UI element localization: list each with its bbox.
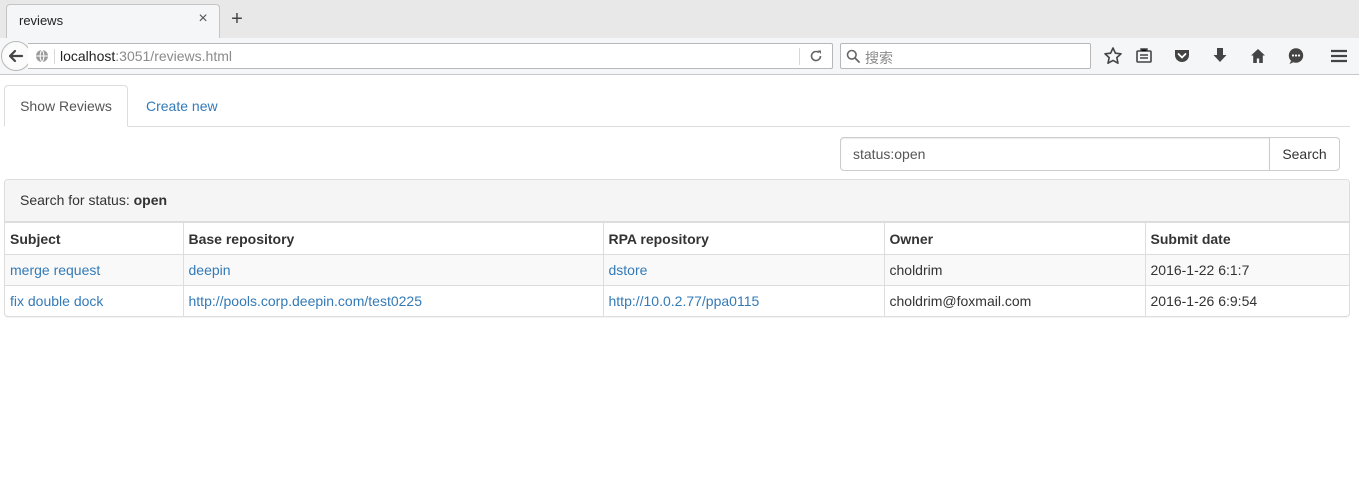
base-repo-link[interactable]: http://pools.corp.deepin.com/test0225 <box>189 293 422 309</box>
results-heading-prefix: Search for status: <box>20 192 130 208</box>
rpa-repo-link[interactable]: dstore <box>609 262 648 278</box>
submit-date-cell: 2016-1-22 6:1:7 <box>1144 254 1349 286</box>
column-header-rpa-repository: RPA repository <box>602 222 885 255</box>
base-repo-cell: deepin <box>182 254 604 286</box>
reload-divider <box>799 48 800 65</box>
owner-cell: choldrim@foxmail.com <box>883 285 1146 316</box>
table-row: merge request deepin dstore choldrim 201… <box>5 254 1349 286</box>
column-header-base-repository: Base repository <box>182 222 604 255</box>
browser-search-bar[interactable]: 搜索 <box>840 43 1091 69</box>
owner-cell: choldrim <box>883 254 1146 286</box>
column-header-owner: Owner <box>883 222 1146 255</box>
results-heading-status: open <box>133 192 168 208</box>
browser-tabstrip: reviews × + <box>0 0 1359 38</box>
browser-tab-title: reviews <box>19 13 64 28</box>
browser-navbar: localhost:3051/reviews.html 搜索 <box>0 38 1359 75</box>
subject-link[interactable]: fix double dock <box>10 293 103 309</box>
tab-create-new[interactable]: Create new <box>146 85 218 127</box>
menu-icon[interactable] <box>1329 46 1349 66</box>
reading-list-icon[interactable] <box>1134 46 1154 66</box>
new-tab-icon[interactable]: + <box>228 9 246 29</box>
pocket-icon[interactable] <box>1172 46 1192 66</box>
subject-cell: fix double dock <box>5 285 184 316</box>
home-icon[interactable] <box>1248 46 1268 66</box>
browser-search-placeholder: 搜索 <box>865 50 893 66</box>
table-row: fix double dock http://pools.corp.deepin… <box>5 285 1349 316</box>
reviews-table: Subject Base repository RPA repository O… <box>5 222 1349 316</box>
submit-date-cell: 2016-1-26 6:9:54 <box>1144 285 1349 316</box>
url-bar[interactable]: localhost:3051/reviews.html <box>28 43 833 69</box>
subject-cell: merge request <box>5 254 184 286</box>
url-host: localhost <box>60 48 116 64</box>
rpa-repo-cell: dstore <box>602 254 885 286</box>
results-heading: Search for status: open <box>5 180 1349 222</box>
reload-icon[interactable] <box>809 49 823 63</box>
rpa-repo-cell: http://10.0.2.77/ppa0115 <box>602 285 885 316</box>
chat-icon[interactable] <box>1286 46 1306 66</box>
base-repo-cell: http://pools.corp.deepin.com/test0225 <box>182 285 604 316</box>
downloads-icon[interactable] <box>1210 46 1230 66</box>
column-header-subject: Subject <box>5 222 184 255</box>
review-nav-tabs: Show Reviews Create new <box>4 85 1350 127</box>
search-button[interactable]: Search <box>1269 137 1340 171</box>
url-divider <box>54 49 55 64</box>
back-arrow-icon <box>8 49 24 63</box>
table-header-row: Subject Base repository RPA repository O… <box>5 222 1349 255</box>
tab-show-reviews[interactable]: Show Reviews <box>4 85 128 127</box>
browser-tab-reviews[interactable]: reviews × <box>6 4 220 38</box>
base-repo-link[interactable]: deepin <box>189 262 231 278</box>
column-header-submit-date: Submit date <box>1144 222 1349 255</box>
results-panel: Search for status: open Subject Base rep… <box>4 179 1350 317</box>
url-path: :3051/reviews.html <box>115 48 232 64</box>
globe-icon <box>36 49 48 63</box>
status-search-input[interactable] <box>840 137 1270 171</box>
close-tab-icon[interactable]: × <box>195 11 211 27</box>
bookmark-star-icon[interactable] <box>1103 46 1123 66</box>
subject-link[interactable]: merge request <box>10 262 100 278</box>
search-icon <box>846 49 860 63</box>
url-text[interactable]: localhost:3051/reviews.html <box>60 48 232 64</box>
back-button[interactable] <box>1 41 31 71</box>
rpa-repo-link[interactable]: http://10.0.2.77/ppa0115 <box>609 293 760 309</box>
